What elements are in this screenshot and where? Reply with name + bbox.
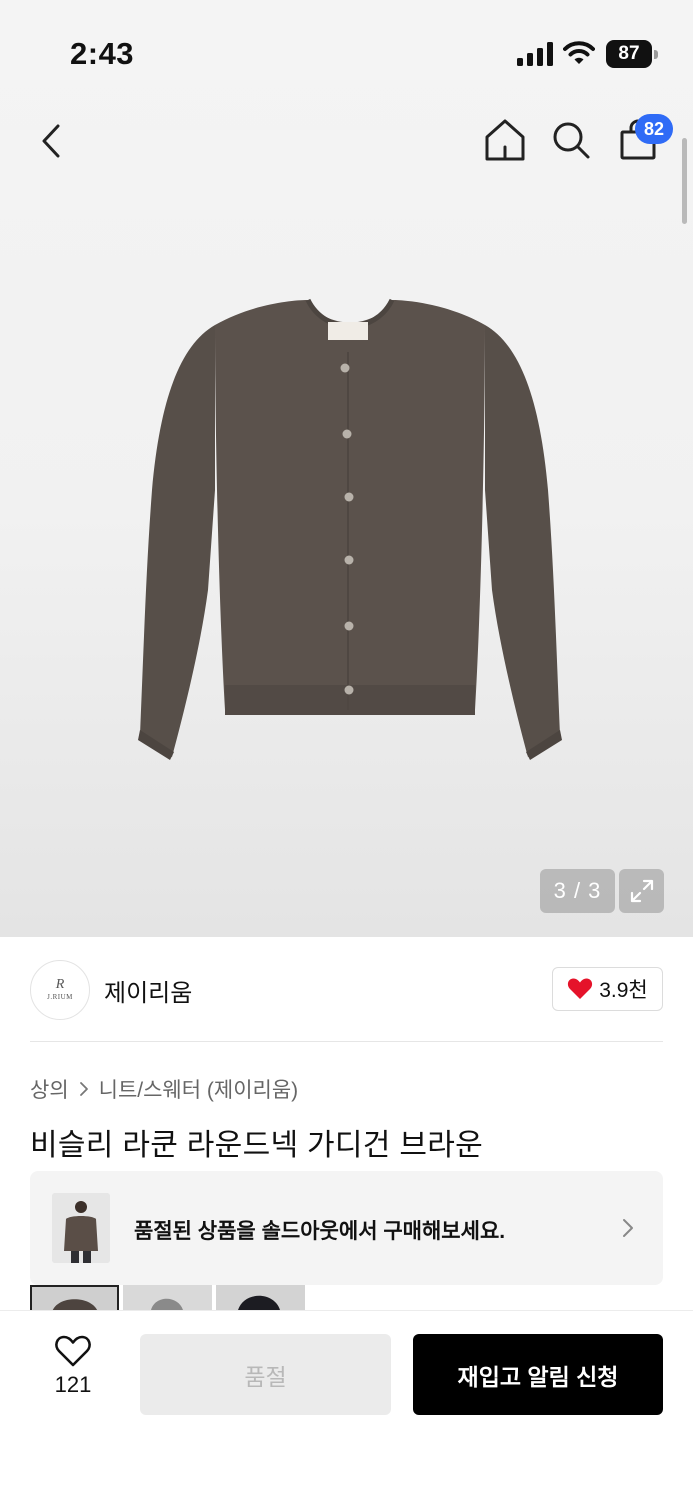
chevron-right-icon — [623, 1219, 633, 1237]
breadcrumb-category[interactable]: 상의 — [30, 1074, 69, 1104]
battery-icon: 87 — [606, 40, 658, 68]
expand-button[interactable] — [619, 869, 664, 913]
thumbnail-strip — [30, 1285, 305, 1310]
soldout-marketplace-banner[interactable]: 품절된 상품을 솔드아웃에서 구매해보세요. — [30, 1171, 663, 1285]
brand-like-button[interactable]: 3.9천 — [552, 967, 663, 1011]
status-time: 2:43 — [70, 36, 135, 71]
chevron-right-icon — [79, 1082, 88, 1096]
image-page-counter: 3 / 3 — [540, 869, 615, 913]
home-icon[interactable] — [482, 116, 528, 164]
thumbnail-item[interactable] — [216, 1285, 305, 1310]
cart-count-badge: 82 — [635, 114, 673, 144]
wishlist-button[interactable]: 121 — [38, 1334, 108, 1414]
brand-logo-text: J.RIUM — [47, 993, 73, 1001]
divider — [30, 1041, 663, 1042]
wifi-icon — [563, 41, 595, 64]
product-title: 비슬리 라쿤 라운드넥 가디건 브라운 — [30, 1129, 484, 1162]
product-image-gallery[interactable]: 2:43 87 82 3 / 3 — [0, 0, 693, 937]
thumbnail-item[interactable] — [123, 1285, 212, 1310]
brand-logo[interactable]: R J.RIUM — [30, 960, 90, 1020]
search-icon[interactable] — [549, 116, 593, 164]
status-bar: 2:43 87 — [0, 0, 693, 100]
product-image[interactable] — [130, 290, 570, 770]
wishlist-count: 121 — [54, 1372, 92, 1397]
brand-name[interactable]: 제이리움 — [104, 973, 192, 1008]
signal-icon — [517, 42, 553, 66]
banner-text: 품절된 상품을 솔드아웃에서 구매해보세요. — [134, 1220, 506, 1243]
soldout-button: 품절 — [140, 1334, 391, 1415]
scrollbar — [682, 138, 687, 224]
restock-alert-button[interactable]: 재입고 알림 신청 — [413, 1334, 663, 1415]
heart-filled-icon — [568, 978, 593, 999]
brand-like-count: 3.9천 — [599, 979, 648, 1002]
breadcrumb-subcategory[interactable]: 니트/스웨터 (제이리움) — [99, 1074, 299, 1104]
banner-thumbnail — [52, 1193, 110, 1263]
expand-icon — [630, 879, 653, 903]
battery-level: 87 — [606, 40, 652, 68]
chevron-left-icon[interactable] — [30, 116, 74, 166]
breadcrumb: 상의 니트/스웨터 (제이리움) — [30, 1074, 298, 1104]
thumbnail-item[interactable] — [30, 1285, 119, 1310]
heart-outline-icon — [55, 1335, 91, 1367]
